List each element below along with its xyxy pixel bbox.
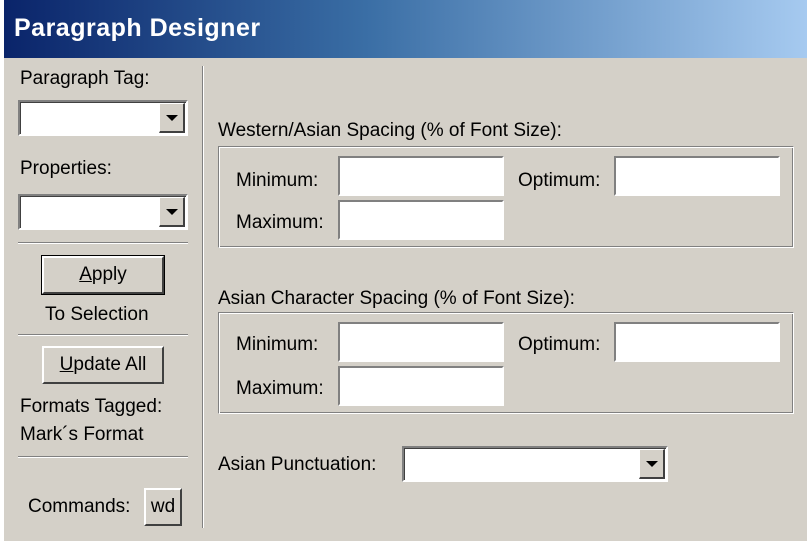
western-minimum-input[interactable]	[338, 156, 504, 196]
dropdown-arrow-button[interactable]	[159, 103, 185, 133]
asian-character-heading: Asian Character Spacing (% of Font Size)…	[218, 288, 575, 309]
divider	[18, 456, 188, 458]
chevron-down-icon	[165, 208, 178, 215]
commands-label: Commands:	[28, 496, 131, 517]
chevron-down-icon	[165, 114, 178, 121]
asian-punctuation-label: Asian Punctuation:	[218, 454, 377, 475]
paragraph-tag-dropdown[interactable]	[18, 100, 188, 136]
to-selection-label: To Selection	[45, 304, 149, 325]
title-bar: Paragraph Designer	[0, 0, 807, 58]
formats-tagged-value: Mark´s Format	[20, 424, 144, 445]
asian-minimum-input[interactable]	[338, 322, 504, 362]
update-all-button[interactable]: Update All	[42, 346, 164, 384]
western-maximum-input[interactable]	[338, 200, 504, 240]
western-minimum-label: Minimum:	[236, 170, 319, 191]
dropdown-arrow-button[interactable]	[639, 449, 665, 479]
asian-maximum-label: Maximum:	[236, 378, 324, 399]
commands-button[interactable]: wd	[144, 488, 182, 526]
asian-minimum-label: Minimum:	[236, 334, 319, 355]
western-asian-heading: Western/Asian Spacing (% of Font Size):	[218, 120, 562, 141]
western-maximum-label: Maximum:	[236, 212, 324, 233]
properties-label: Properties:	[20, 158, 112, 179]
dropdown-arrow-button[interactable]	[159, 197, 185, 227]
formats-tagged-label: Formats Tagged:	[20, 396, 163, 417]
asian-optimum-label: Optimum:	[518, 334, 601, 355]
chevron-down-icon	[645, 460, 658, 467]
asian-punctuation-dropdown[interactable]	[402, 446, 668, 482]
asian-optimum-input[interactable]	[614, 322, 780, 362]
vertical-divider	[202, 66, 204, 528]
divider	[18, 334, 188, 336]
properties-dropdown[interactable]	[18, 194, 188, 230]
divider	[18, 242, 188, 244]
asian-maximum-input[interactable]	[338, 366, 504, 406]
western-optimum-label: Optimum:	[518, 170, 601, 191]
paragraph-tag-label: Paragraph Tag:	[20, 68, 150, 89]
western-optimum-input[interactable]	[614, 156, 780, 196]
window-title: Paragraph Designer	[14, 14, 261, 42]
apply-button[interactable]: Apply	[41, 255, 165, 295]
